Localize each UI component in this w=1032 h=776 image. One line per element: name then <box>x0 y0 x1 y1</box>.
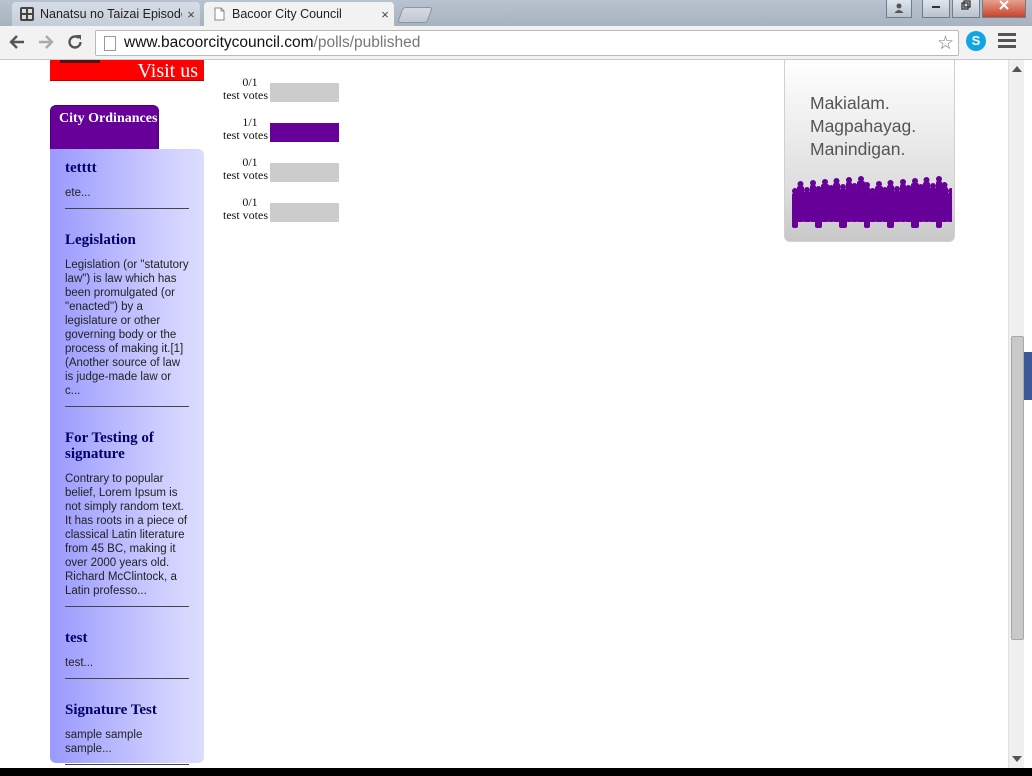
visit-us-banner[interactable]: Visit us <box>50 60 204 82</box>
vertical-scrollbar[interactable] <box>1008 60 1025 768</box>
banner-text: Visit us <box>137 60 198 82</box>
city-ordinances-title: City Ordinances <box>59 111 158 126</box>
poll-label: 0/1 test votes <box>216 156 268 182</box>
minimize-icon[interactable] <box>922 0 950 18</box>
promo-slogan: Makialam. Magpahayag. Manindigan. <box>810 92 916 161</box>
ordinance-excerpt: Legislation (or "statutory law") is law … <box>65 259 189 397</box>
poll-option-label: test votes <box>223 128 268 142</box>
close-window-icon[interactable] <box>982 0 1026 18</box>
crowd-silhouette-icon <box>792 176 952 228</box>
grid-favicon-icon <box>20 7 34 21</box>
ordinance-title[interactable]: Signature Test <box>65 691 189 718</box>
city-ordinances-panel: tetttt ete... Legislation Legislation (o… <box>50 149 204 765</box>
poll-option-label: test votes <box>223 88 268 102</box>
background-window-panel <box>1024 352 1032 400</box>
window-controls <box>886 0 1026 18</box>
ordinance-title[interactable]: Legislation <box>65 221 189 248</box>
browser-toolbar: www.bacoorcitycouncil.com/polls/publishe… <box>0 26 1032 60</box>
promo-banner[interactable]: Makialam. Magpahayag. Manindigan. <box>784 60 955 242</box>
page-content: Visit us City Ordinances tetttt ete... L… <box>0 60 1008 768</box>
promo-line: Manindigan. <box>810 139 906 159</box>
ordinance-item: Legislation Legislation (or "statutory l… <box>65 221 189 407</box>
page-favicon-icon <box>214 7 225 21</box>
ordinance-item: Signature Test sample sample sample... <box>65 691 189 765</box>
background-window-edge <box>1024 60 1032 768</box>
promo-line: Makialam. <box>810 93 890 113</box>
ordinance-item: test test... <box>65 619 189 679</box>
poll-label: 0/1 test votes <box>216 76 268 102</box>
banner-strip <box>60 60 100 63</box>
star-icon[interactable]: ☆ <box>937 32 954 55</box>
user-profile-icon[interactable] <box>886 0 912 18</box>
restore-icon[interactable] <box>952 0 980 18</box>
tab-bacoor-city-council[interactable]: Bacoor City Council × <box>204 2 394 26</box>
scroll-up-icon[interactable] <box>1012 66 1022 72</box>
arrow-right-icon[interactable] <box>35 31 57 53</box>
ordinance-excerpt: Contrary to popular belief, Lorem Ipsum … <box>65 473 188 597</box>
url-host: www.bacoorcitycouncil.com <box>124 34 314 51</box>
poll-label: 1/1 test votes <box>216 116 268 142</box>
page-icon <box>104 35 116 51</box>
ordinance-title[interactable]: For Testing of signature <box>65 419 189 462</box>
poll-bar <box>270 83 339 102</box>
browser-tab-strip: Nanatsu no Taizai Episode × Bacoor City … <box>0 0 1032 26</box>
ordinance-excerpt: sample sample sample... <box>65 729 143 755</box>
ordinance-title[interactable]: test <box>65 619 189 646</box>
ordinance-excerpt: ete... <box>65 187 91 199</box>
arrow-left-icon[interactable] <box>6 31 28 53</box>
new-tab-button[interactable] <box>397 7 433 23</box>
ordinance-excerpt: test... <box>65 657 94 669</box>
tab-title: Nanatsu no Taizai Episode <box>40 7 182 21</box>
taskbar-edge <box>0 768 1032 776</box>
tab-nanatsu[interactable]: Nanatsu no Taizai Episode × <box>12 2 200 26</box>
poll-option-label: test votes <box>223 168 268 182</box>
skype-icon[interactable]: S <box>966 31 986 51</box>
ordinance-item: tetttt ete... <box>65 149 189 209</box>
poll-bar <box>270 163 339 182</box>
poll-label: 0/1 test votes <box>216 196 268 222</box>
reload-icon[interactable] <box>64 31 86 53</box>
url-path: /polls/published <box>313 34 421 51</box>
tab-close-icon[interactable]: × <box>182 7 200 22</box>
tab-close-icon[interactable]: × <box>376 7 394 22</box>
poll-bar <box>270 203 339 222</box>
promo-line: Magpahayag. <box>810 116 917 136</box>
ordinance-title[interactable]: tetttt <box>65 149 189 176</box>
city-ordinances-tab[interactable]: City Ordinances <box>50 105 159 149</box>
poll-bar-fill <box>270 123 339 142</box>
hamburger-menu-icon[interactable] <box>998 33 1016 51</box>
ordinance-item: For Testing of signature Contrary to pop… <box>65 419 189 607</box>
poll-bar <box>270 123 339 142</box>
tab-title: Bacoor City Council <box>232 7 342 21</box>
scroll-down-icon[interactable] <box>1012 756 1022 762</box>
scroll-thumb[interactable] <box>1011 336 1024 640</box>
poll-option-label: test votes <box>223 208 268 222</box>
address-bar[interactable]: www.bacoorcitycouncil.com/polls/publishe… <box>95 30 959 56</box>
